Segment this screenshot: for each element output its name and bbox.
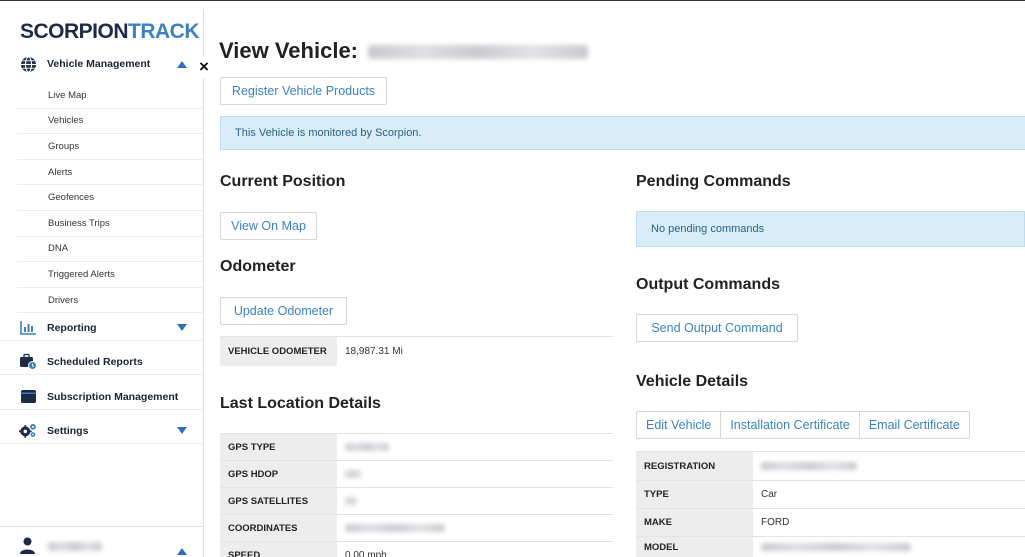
user-icon (20, 537, 35, 557)
monitored-alert: This Vehicle is monitored by Scorpion. (220, 116, 1025, 150)
caret-down-icon[interactable] (177, 426, 187, 436)
gps-satellites-redacted (345, 497, 357, 505)
table-row: MAKE FORD (636, 508, 1025, 536)
model-redacted (761, 543, 911, 551)
model-label: MODEL (636, 537, 753, 557)
send-output-command-button[interactable]: Send Output Command (636, 314, 798, 342)
sidebar-item-vehicles[interactable]: Vehicles (17, 109, 204, 135)
nav-scheduled-reports-label: Scheduled Reports (47, 355, 143, 368)
pending-commands-heading: Pending Commands (636, 173, 791, 190)
gps-satellites-label: GPS SATELLITES (220, 488, 337, 514)
table-row: GPS TYPE (220, 433, 613, 460)
speed-value: 0.00 mph (337, 542, 613, 557)
view-on-map-button[interactable]: View On Map (220, 212, 317, 240)
nav-settings[interactable]: Settings (0, 418, 204, 444)
window-top-border (0, 0, 1025, 9)
sidebar-item-dna[interactable]: DNA (17, 237, 204, 263)
sidebar-item-geofences[interactable]: Geofences (17, 185, 204, 211)
logo-part-1: SCORPION (20, 20, 129, 43)
type-value: Car (753, 481, 1025, 508)
sidebar-item-triggered-alerts[interactable]: Triggered Alerts (17, 262, 204, 288)
gps-hdop-redacted (345, 470, 361, 478)
nav-scheduled-reports[interactable]: Scheduled Reports (0, 349, 204, 375)
nav-vehicle-management[interactable]: Vehicle Management (0, 51, 204, 77)
sidebar-item-drivers[interactable]: Drivers (17, 288, 204, 314)
table-row: MODEL (636, 536, 1025, 557)
table-row: COORDINATES (220, 514, 613, 541)
vehicle-details-heading: Vehicle Details (636, 373, 749, 390)
register-vehicle-products-button[interactable]: Register Vehicle Products (220, 77, 387, 105)
odometer-label: VEHICLE ODOMETER (220, 337, 337, 366)
caret-up-icon[interactable] (177, 542, 187, 557)
page-title: View Vehicle: (219, 38, 589, 64)
type-label: TYPE (636, 481, 753, 508)
nav-subscription-management-label: Subscription Management (47, 390, 179, 403)
output-commands-heading: Output Commands (636, 276, 780, 293)
sidebar-item-live-map[interactable]: Live Map (17, 83, 204, 109)
email-certificate-button[interactable]: Email Certificate (860, 412, 969, 438)
pending-commands-empty: No pending commands (636, 211, 1025, 247)
sidebar-item-groups[interactable]: Groups (17, 134, 204, 160)
installation-certificate-button[interactable]: Installation Certificate (721, 412, 860, 438)
table-row: SPEED 0.00 mph (220, 541, 613, 557)
main-content: View Vehicle: Register Vehicle Products … (205, 9, 1025, 557)
table-row: REGISTRATION (636, 451, 1025, 480)
sidebar: SCORPIONTRACK Vehicle Management Live Ma… (0, 9, 204, 557)
briefcase-clock-icon (19, 353, 37, 371)
user-menu[interactable] (0, 526, 204, 557)
gps-type-redacted (345, 443, 389, 451)
update-odometer-button[interactable]: Update Odometer (220, 297, 347, 325)
nav-vehicle-management-label: Vehicle Management (47, 58, 151, 70)
nav-settings-label: Settings (47, 424, 89, 437)
globe-icon (19, 55, 37, 73)
speed-label: SPEED (220, 542, 337, 557)
odometer-row: VEHICLE ODOMETER 18,987.31 Mi (220, 336, 613, 366)
coordinates-redacted (345, 524, 445, 532)
nav-reporting[interactable]: Reporting (0, 315, 204, 341)
make-label: MAKE (636, 509, 753, 536)
table-row: TYPE Car (636, 480, 1025, 508)
model-value (753, 537, 1025, 557)
gps-hdop-value (337, 461, 613, 487)
sidebar-item-business-trips[interactable]: Business Trips (17, 211, 204, 237)
coordinates-label: COORDINATES (220, 515, 337, 541)
table-row: GPS SATELLITES (220, 487, 613, 514)
coordinates-value (337, 515, 613, 541)
odometer-value: 18,987.31 Mi (337, 337, 613, 366)
caret-up-icon[interactable] (177, 59, 187, 69)
bar-chart-icon (19, 319, 37, 337)
nav-reporting-label: Reporting (47, 321, 97, 334)
gps-type-label: GPS TYPE (220, 434, 337, 460)
registration-value (753, 452, 1025, 480)
vehicle-details-button-group: Edit Vehicle Installation Certificate Em… (636, 411, 970, 439)
registration-redacted (761, 462, 857, 470)
user-name-redacted (48, 542, 102, 551)
caret-down-icon[interactable] (177, 323, 187, 333)
gps-satellites-value (337, 488, 613, 514)
gps-type-value (337, 434, 613, 460)
vehicle-id-redacted (368, 45, 589, 60)
odometer-heading: Odometer (220, 258, 296, 275)
table-row: GPS HDOP (220, 460, 613, 487)
wallet-icon (19, 388, 37, 406)
current-position-heading: Current Position (220, 173, 346, 190)
gears-icon (19, 422, 37, 440)
sidebar-item-alerts[interactable]: Alerts (17, 160, 204, 186)
logo-part-2: TRACK (128, 20, 200, 43)
make-value: FORD (753, 509, 1025, 536)
registration-label: REGISTRATION (636, 452, 753, 480)
page-title-text: View Vehicle: (219, 38, 359, 63)
last-location-heading: Last Location Details (220, 395, 381, 412)
nav-subscription-management[interactable]: Subscription Management (0, 384, 204, 410)
edit-vehicle-button[interactable]: Edit Vehicle (637, 412, 722, 438)
logo[interactable]: SCORPIONTRACK (20, 20, 200, 44)
gps-hdop-label: GPS HDOP (220, 461, 337, 487)
